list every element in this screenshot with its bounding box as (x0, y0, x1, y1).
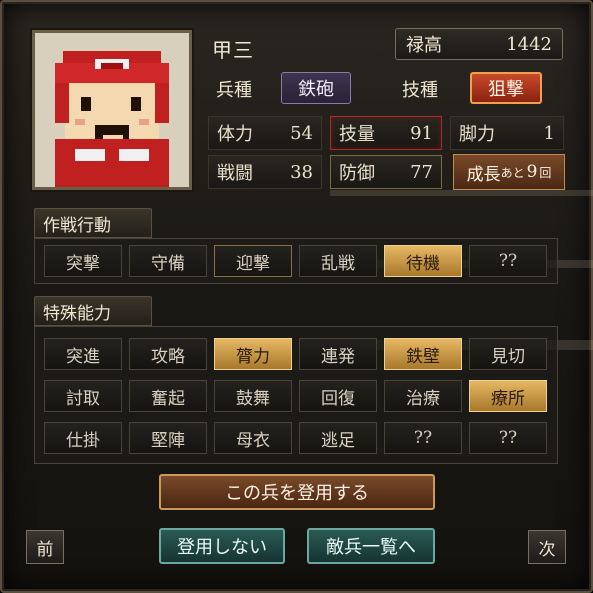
ability-option-selected[interactable]: 鉄壁 (384, 338, 462, 370)
ability-option-selected[interactable]: 膂力 (214, 338, 292, 370)
tactic-option-selected[interactable]: 待機 (384, 245, 462, 277)
ability-option[interactable]: 奮起 (129, 380, 207, 412)
unit-portrait (32, 30, 192, 190)
ability-option-selected[interactable]: 療所 (469, 380, 547, 412)
ability-option[interactable]: ?? (384, 422, 462, 454)
growth-ato: あと (500, 165, 525, 180)
stat-label: 戦闘 (217, 163, 253, 184)
stat-label: 技量 (339, 124, 375, 145)
stat-value: 77 (410, 161, 433, 183)
stat-value: 54 (290, 122, 313, 144)
ability-option[interactable]: 鼓舞 (214, 380, 292, 412)
tactic-option[interactable]: 迎撃 (214, 245, 292, 277)
tactic-option[interactable]: 守備 (129, 245, 207, 277)
stipend-box: 禄高 1442 (395, 28, 563, 60)
stat-legs: 脚力 1 (450, 116, 564, 150)
unit-name: 甲三 (212, 38, 254, 62)
portrait-pixel-art (35, 33, 189, 187)
stat-label: 防御 (339, 163, 375, 184)
stipend-label: 禄高 (406, 35, 442, 56)
stat-skill: 技量 91 (330, 116, 442, 150)
stat-combat: 戦闘 38 (208, 155, 322, 189)
tactic-option[interactable]: ?? (469, 245, 547, 277)
troop-type-label: 兵種 (216, 80, 252, 101)
ability-option[interactable]: 攻略 (129, 338, 207, 370)
ability-option[interactable]: ?? (469, 422, 547, 454)
tactic-option[interactable]: 乱戦 (299, 245, 377, 277)
stat-value: 38 (290, 161, 313, 183)
recruit-button[interactable]: この兵を登用する (159, 474, 435, 510)
stat-stamina: 体力 54 (208, 116, 322, 150)
ability-option[interactable]: 逃足 (299, 422, 377, 454)
ability-option[interactable]: 回復 (299, 380, 377, 412)
abilities-header: 特殊能力 (34, 296, 152, 326)
ability-option[interactable]: 治療 (384, 380, 462, 412)
growth-unit: 回 (539, 165, 552, 180)
ability-option[interactable]: 討取 (44, 380, 122, 412)
ability-option[interactable]: 突進 (44, 338, 122, 370)
troop-type-badge: 鉄砲 (281, 72, 351, 104)
enemy-list-button[interactable]: 敵兵一覧へ (307, 528, 435, 564)
ability-option[interactable]: 見切 (469, 338, 547, 370)
tactic-option[interactable]: 突撃 (44, 245, 122, 277)
stat-value: 1 (543, 122, 555, 144)
no-recruit-button[interactable]: 登用しない (159, 528, 285, 564)
stat-value: 91 (410, 122, 433, 144)
growth-label: 成長 (466, 164, 501, 185)
tactics-header: 作戦行動 (34, 208, 152, 238)
ability-option[interactable]: 仕掛 (44, 422, 122, 454)
prev-button[interactable]: 前 (26, 530, 64, 564)
stat-label: 体力 (217, 124, 253, 145)
stat-label: 脚力 (459, 124, 495, 145)
skill-type-badge: 狙撃 (470, 72, 542, 104)
growth-value: 9 (526, 162, 538, 182)
stat-defense: 防御 77 (330, 155, 442, 189)
ability-option[interactable]: 母衣 (214, 422, 292, 454)
growth-counter: 成長 あと 9 回 (453, 154, 565, 190)
skill-type-label: 技種 (402, 80, 438, 101)
stipend-value: 1442 (506, 33, 552, 55)
next-button[interactable]: 次 (528, 530, 566, 564)
ability-option[interactable]: 連発 (299, 338, 377, 370)
ability-option[interactable]: 堅陣 (129, 422, 207, 454)
